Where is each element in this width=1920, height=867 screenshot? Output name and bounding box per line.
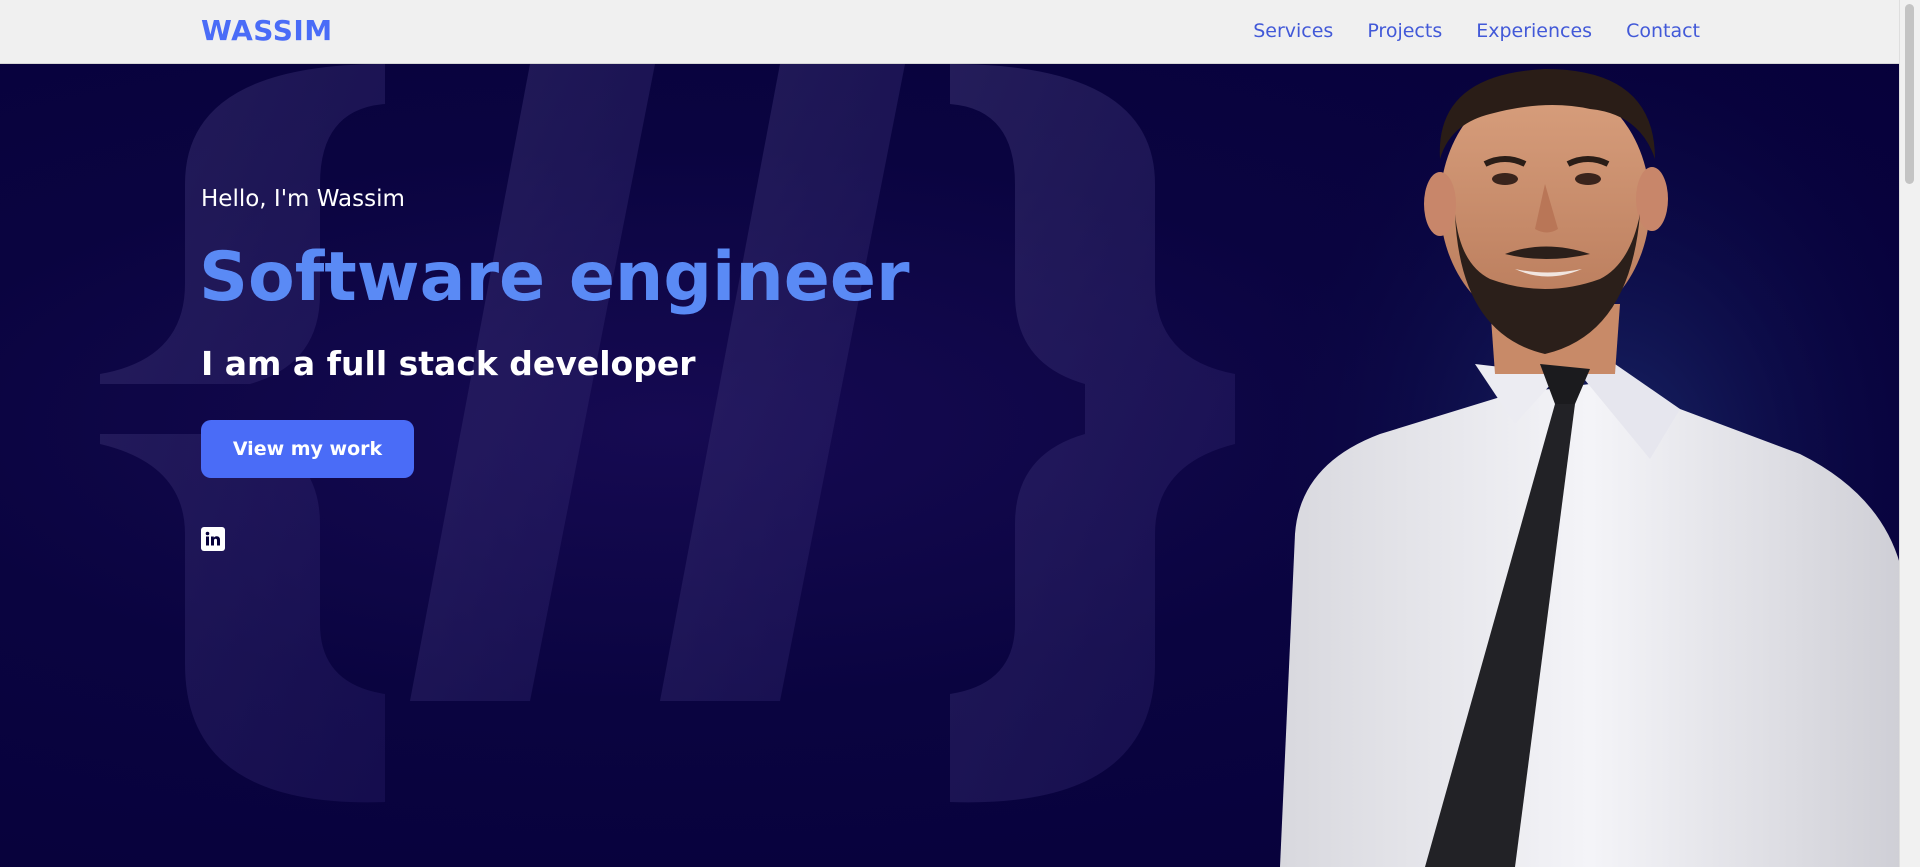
hero-greeting: Hello, I'm Wassim [201,186,405,212]
linkedin-glyph [205,531,220,546]
hero-subtitle: I am a full stack developer [201,344,696,383]
linkedin-icon[interactable] [201,527,225,551]
nav-link-projects[interactable]: Projects [1367,20,1442,42]
view-my-work-button[interactable]: View my work [201,420,414,478]
hero-headline: Software engineer [199,238,910,317]
site-logo[interactable]: WASSIM [201,14,333,47]
scrollbar-thumb[interactable] [1905,4,1914,184]
nav-link-services[interactable]: Services [1253,20,1333,42]
top-navbar: WASSIM Services Projects Experiences Con… [0,0,1900,64]
page-scrollbar[interactable] [1899,0,1920,867]
profile-photo [1260,64,1900,867]
nav-link-contact[interactable]: Contact [1626,20,1700,42]
nav-link-experiences[interactable]: Experiences [1476,20,1592,42]
main-nav: Services Projects Experiences Contact [1253,20,1700,42]
